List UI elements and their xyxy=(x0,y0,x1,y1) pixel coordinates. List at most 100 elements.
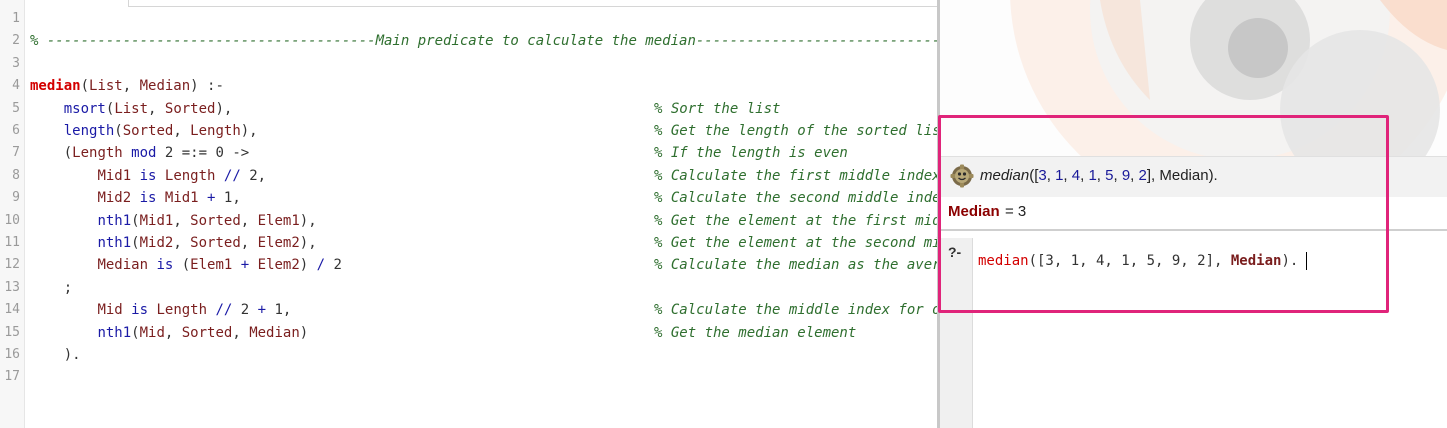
code-editor[interactable]: 1 2% ------------------------------------… xyxy=(0,0,937,428)
line-number: 10 xyxy=(4,212,20,228)
query-number: 4 xyxy=(1071,167,1081,184)
code-comment: % Get the element at the first middle xyxy=(654,212,937,229)
query-variable: Median xyxy=(1159,167,1209,184)
code-token: ; xyxy=(30,279,73,296)
code-token: 2 xyxy=(325,257,342,274)
code-line: 7 (Length mod 2 =:= 0 -> % If the length … xyxy=(0,142,937,164)
code-text: msort(List, Sorted), xyxy=(30,98,233,120)
code-token: Sorted xyxy=(164,100,216,117)
query-number: 1 xyxy=(1088,167,1097,184)
code-token: Mid xyxy=(139,324,165,341)
query-number: 3 xyxy=(1038,167,1047,184)
line-number: 17 xyxy=(4,369,20,385)
code-token: Elem1 xyxy=(257,212,300,229)
code-comment: % Get the median element xyxy=(654,324,857,341)
answer-value: = 3 xyxy=(1005,203,1027,220)
code-text: Mid2 is Mid1 + 1, xyxy=(30,187,240,209)
code-line: 1 xyxy=(0,8,937,30)
code-line: 10 nth1(Mid1, Sorted, Elem1), % Get the e… xyxy=(0,210,937,232)
code-token: Elem2 xyxy=(257,235,300,251)
line-number: 9 xyxy=(12,190,20,206)
code-token: is xyxy=(131,302,149,319)
code-token: is xyxy=(139,167,157,184)
answer-row: Median = 3 xyxy=(940,197,1447,231)
code-comment: % Calculate the middle index for odd xyxy=(654,302,937,319)
code-token: 1, xyxy=(266,302,292,319)
code-token: ( xyxy=(114,123,123,139)
prompt-gutter: ?- xyxy=(940,238,973,428)
code-token: Median xyxy=(97,257,149,274)
code-token: median xyxy=(30,78,81,95)
code-token: is xyxy=(139,190,157,207)
swi-prolog-owl-logo xyxy=(940,0,1447,160)
code-token: Elem2 xyxy=(257,257,300,274)
code-comment: % Sort the list xyxy=(654,100,781,117)
editor-top-tab-border xyxy=(128,0,937,7)
code-token: , xyxy=(240,235,258,251)
code-token: , xyxy=(164,324,182,341)
code-comment: % Get the element at the second middle xyxy=(654,235,937,251)
query-numbers: 3, 1, 4, 1, 5, 9, 2 xyxy=(1038,167,1147,184)
code-line: 4 median(List, Median) :- xyxy=(0,75,937,97)
code-text: median(List, Median) :- xyxy=(30,75,224,97)
code-token: Length xyxy=(164,167,216,184)
query-row[interactable]: median([3, 1, 4, 1, 5, 9, 2], Median). xyxy=(940,156,1447,198)
line-number: 5 xyxy=(12,100,20,116)
gear-icon[interactable] xyxy=(950,164,974,188)
code-token: Length xyxy=(156,302,208,319)
line-number: 2 xyxy=(12,33,20,49)
code-token: 2 xyxy=(232,302,258,319)
query-open: ([ xyxy=(1029,167,1039,184)
query-end: ). xyxy=(1208,167,1218,184)
code-token: Length xyxy=(72,145,123,162)
code-text: nth1(Mid, Sorted, Median) xyxy=(30,322,308,344)
code-token: Sorted xyxy=(122,123,174,139)
line-number: 15 xyxy=(4,324,20,340)
code-line: 3 xyxy=(0,53,937,75)
code-text: (Length mod 2 =:= 0 -> xyxy=(30,142,249,164)
line-number: 7 xyxy=(12,145,20,161)
line-number: 12 xyxy=(4,257,20,273)
prompt-args: ([3, 1, 4, 1, 5, 9, 2], xyxy=(1028,253,1231,269)
code-token: ), xyxy=(240,123,258,139)
line-number: 8 xyxy=(12,167,20,183)
line-number: 4 xyxy=(12,78,20,94)
code-token: , xyxy=(173,123,191,139)
code-token: ) :- xyxy=(190,78,224,95)
code-token: ), xyxy=(299,235,317,251)
code-token: nth1 xyxy=(97,212,132,229)
code-token: nth1 xyxy=(97,235,132,251)
query-input[interactable]: median([3, 1, 4, 1, 5, 9, 2], Median). xyxy=(978,252,1308,270)
code-token: Length xyxy=(190,123,241,139)
line-number: 16 xyxy=(4,347,20,362)
query-input-area[interactable]: ?- median([3, 1, 4, 1, 5, 9, 2], Median)… xyxy=(940,238,1447,428)
code-text: length(Sorted, Length), xyxy=(30,120,258,142)
code-text: nth1(Mid1, Sorted, Elem1), xyxy=(30,210,316,232)
code-token: Mid2 xyxy=(97,190,132,207)
code-comment: % Get the length of the sorted list xyxy=(654,123,937,139)
code-token: mod xyxy=(131,145,157,162)
code-token: / xyxy=(316,257,326,274)
code-token: ( xyxy=(173,257,191,274)
code-comment: % Calculate the median as the average xyxy=(654,257,937,274)
line-number: 6 xyxy=(12,123,20,138)
code-token: // xyxy=(223,167,241,184)
code-text: Median is (Elem1 + Elem2) / 2 xyxy=(30,254,342,276)
code-line: 2 % -------------------------------------… xyxy=(0,30,937,52)
code-line: 6 length(Sorted, Length), % Get the lengt… xyxy=(0,120,937,142)
prompt-symbol: ?- xyxy=(948,244,962,260)
code-text: Mid1 is Length // 2, xyxy=(30,165,266,187)
